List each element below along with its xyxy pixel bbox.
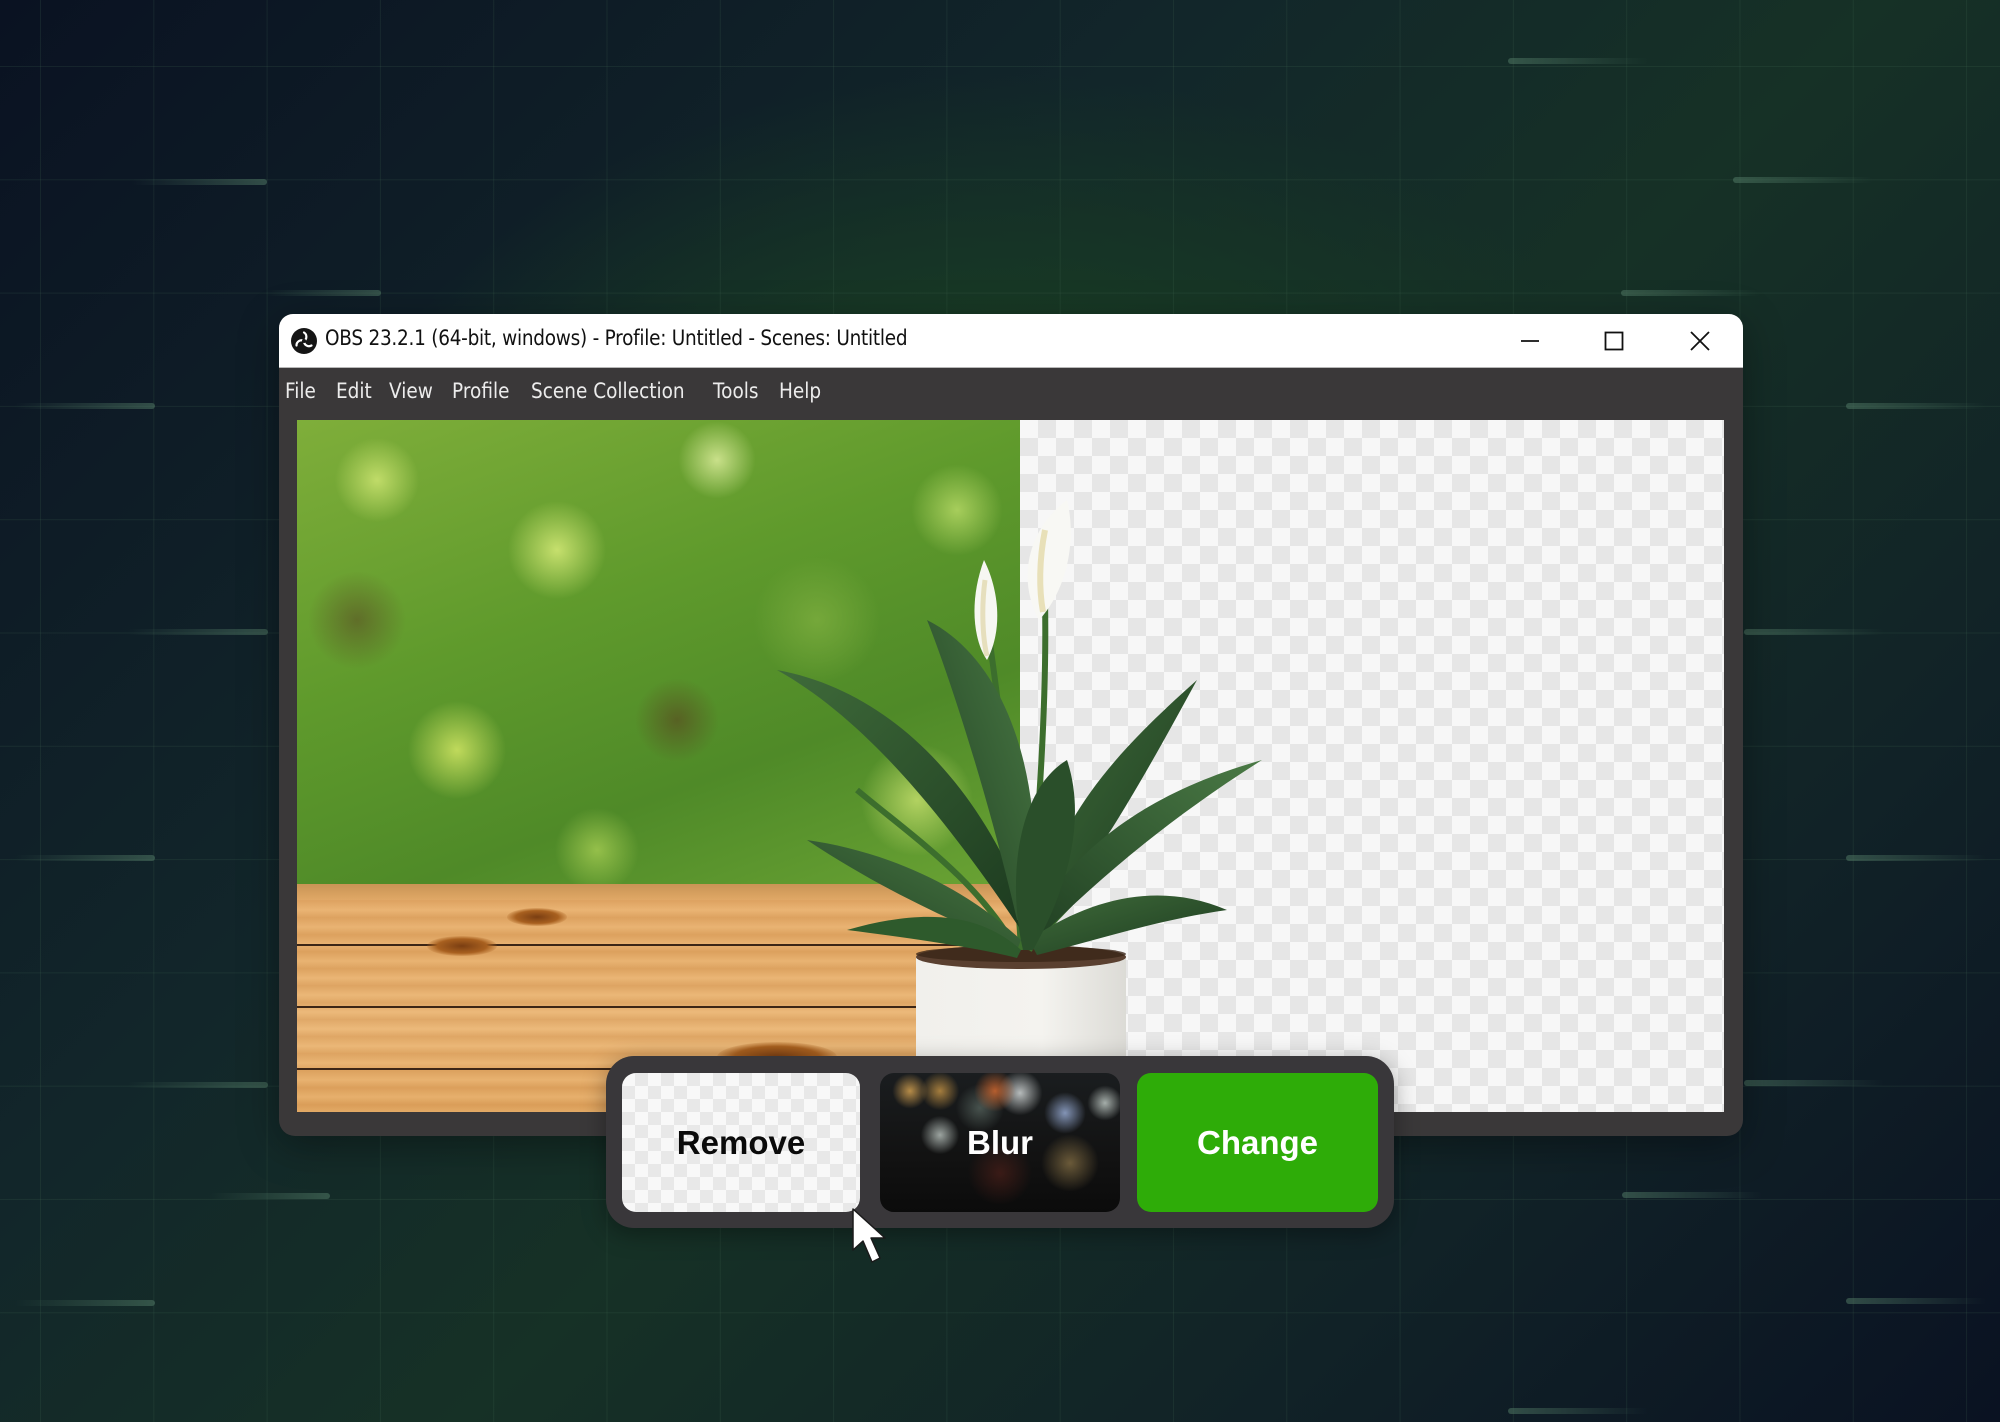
background-streak [1744, 1080, 1884, 1086]
menu-view[interactable]: View [389, 379, 433, 403]
scene-preview[interactable] [297, 420, 1724, 1112]
background-streak [1508, 1408, 1648, 1414]
blur-background-button[interactable]: Blur [880, 1073, 1120, 1212]
background-streak [266, 290, 381, 296]
background-streak [15, 855, 155, 861]
menu-edit[interactable]: Edit [336, 379, 372, 403]
background-streak [1846, 1298, 1986, 1304]
background-streak [1846, 855, 1986, 861]
background-streak [132, 179, 267, 185]
close-icon [1690, 330, 1710, 351]
menu-scene-collection[interactable]: Scene Collection [531, 379, 685, 403]
effects-toolbar: Remove Blur Change [606, 1056, 1394, 1228]
mouse-cursor-icon [852, 1208, 886, 1263]
wood-knot [507, 908, 567, 926]
background-streak [1621, 290, 1761, 296]
maximize-icon [1604, 331, 1624, 350]
obs-logo-icon [291, 328, 317, 354]
background-streak [1622, 1192, 1762, 1198]
title-bar[interactable]: OBS 23.2.1 (64-bit, windows) - Profile: … [279, 314, 1743, 368]
menu-file[interactable]: File [285, 379, 316, 403]
close-button[interactable] [1658, 314, 1742, 367]
background-streak [1846, 403, 1986, 409]
obs-window: OBS 23.2.1 (64-bit, windows) - Profile: … [279, 314, 1743, 1136]
menu-profile[interactable]: Profile [452, 379, 509, 403]
window-title: OBS 23.2.1 (64-bit, windows) - Profile: … [325, 326, 908, 350]
change-background-button[interactable]: Change [1137, 1073, 1378, 1212]
remove-label: Remove [676, 1123, 806, 1161]
background-streak [128, 629, 268, 635]
background-streak [1733, 177, 1873, 183]
background-streak [15, 1300, 155, 1306]
wood-knot [427, 936, 497, 956]
minimize-button[interactable] [1488, 314, 1572, 367]
blur-label: Blur [967, 1123, 1033, 1161]
minimize-icon [1521, 339, 1539, 342]
menu-bar: File Edit View Profile Scene Collection … [279, 368, 1743, 418]
maximize-button[interactable] [1572, 314, 1656, 367]
background-streak [210, 1193, 330, 1199]
background-streak [1744, 629, 1884, 635]
background-streak [1508, 58, 1648, 64]
background-streak [128, 1082, 268, 1088]
change-label: Change [1196, 1123, 1318, 1161]
remove-background-button[interactable]: Remove [622, 1073, 860, 1212]
menu-tools[interactable]: Tools [713, 379, 759, 403]
peace-lily-plant [777, 500, 1262, 1112]
menu-help[interactable]: Help [779, 379, 821, 403]
background-streak [15, 403, 155, 409]
